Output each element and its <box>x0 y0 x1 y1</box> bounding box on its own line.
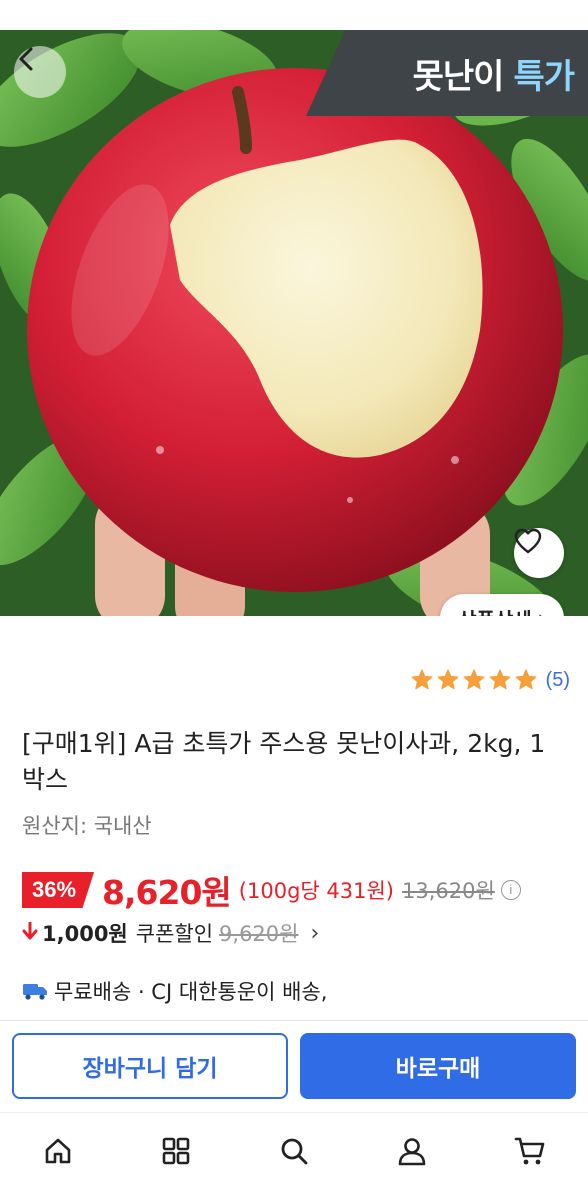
promo-banner-highlight: 특가 <box>513 56 575 97</box>
star-icon <box>411 669 433 690</box>
coupon-amount: 1,000원 <box>42 922 128 946</box>
promo-banner-text: 못난이 <box>412 56 505 97</box>
wishlist-button[interactable] <box>514 528 564 578</box>
cart-icon <box>514 1137 545 1165</box>
add-to-cart-button[interactable]: 장바구니 담기 <box>12 1033 288 1099</box>
chevron-right-icon: › <box>538 606 546 616</box>
nav-categories[interactable] <box>158 1133 194 1169</box>
arrow-down-icon <box>22 921 38 945</box>
rating[interactable]: (5) <box>410 668 570 692</box>
nav-home[interactable] <box>40 1133 76 1169</box>
shipping-text: 무료배송 · CJ 대한통운이 배송, <box>54 980 328 1004</box>
promo-banner: 못난이 특가 <box>306 30 588 116</box>
nav-my-page[interactable] <box>394 1133 430 1169</box>
nav-search[interactable] <box>276 1133 312 1169</box>
original-price: 13,620원 <box>402 879 495 903</box>
purchase-action-bar: 장바구니 담기 바로구매 <box>0 1020 588 1112</box>
unit-price: (100g당 431원) <box>238 879 394 903</box>
bottom-navigation <box>0 1112 588 1200</box>
product-title: [구매1위] A급 초특가 주스용 못난이사과, 2kg, 1박스 <box>22 729 546 794</box>
truck-icon <box>23 984 47 1000</box>
product-detail-label: 상품상세 <box>458 604 532 617</box>
sale-price: 8,620원 <box>102 873 232 912</box>
price-row: 36% 8,620원 (100g당 431원) 13,620원 i <box>22 866 521 914</box>
discount-badge: 36% <box>22 872 95 908</box>
star-icon <box>489 669 511 690</box>
nav-cart[interactable] <box>512 1133 548 1169</box>
info-icon[interactable]: i <box>500 880 521 900</box>
heart-icon <box>514 528 542 554</box>
home-icon <box>45 1138 71 1164</box>
coupon-label: 쿠폰할인 <box>135 922 214 946</box>
search-icon <box>281 1138 308 1165</box>
star-icon <box>463 669 485 690</box>
chevron-left-icon <box>19 47 33 71</box>
shipping-info: 무료배송 · CJ 대한통운이 배송, <box>22 976 327 1006</box>
apple-illustration <box>0 30 588 616</box>
product-detail-button[interactable]: 상품상세 › <box>440 594 564 616</box>
grid-icon <box>162 1137 190 1165</box>
product-image[interactable]: 못난이 특가 상품상세 › <box>0 30 588 616</box>
coupon-discount-row[interactable]: 1,000원 쿠폰할인 9,620원 › <box>22 918 319 948</box>
product-origin: 원산지: 국내산 <box>22 814 152 838</box>
coupon-base-price: 9,620원 <box>219 922 299 946</box>
chevron-right-icon: › <box>310 920 320 946</box>
review-count[interactable]: (5) <box>546 669 570 692</box>
star-icon <box>515 669 537 690</box>
star-icon <box>437 669 459 690</box>
back-button[interactable] <box>14 46 66 98</box>
user-icon <box>398 1138 426 1166</box>
buy-now-button[interactable]: 바로구매 <box>300 1033 576 1099</box>
star-rating <box>410 668 538 692</box>
